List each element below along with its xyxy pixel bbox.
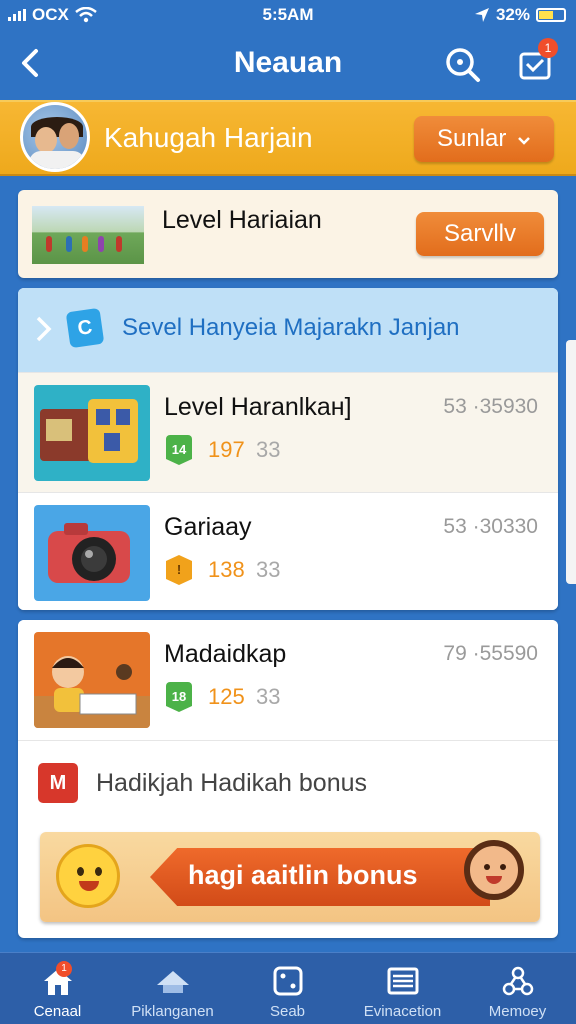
- inbox-button[interactable]: 1: [516, 38, 558, 84]
- item-score: 79 ·55590: [443, 642, 538, 665]
- list-item[interactable]: Gariaay 53 ·30330 ! 138 33: [18, 492, 558, 610]
- level-title: Level Hariaian: [162, 206, 322, 234]
- side-scroll-edge: [566, 340, 576, 584]
- item-stat-secondary: 33: [256, 557, 281, 582]
- level-action-button[interactable]: Sarvllv: [416, 212, 544, 256]
- daily-button-label: Sunlar: [436, 125, 507, 152]
- level-badge: 14: [166, 435, 192, 465]
- item-score: 53 ·35930: [443, 395, 538, 418]
- item-score: 53 ·30330: [443, 515, 538, 538]
- item-stat-secondary: 33: [256, 684, 281, 709]
- item-thumbnail: [34, 505, 150, 601]
- item-thumbnail: [34, 632, 150, 728]
- item-stat: 197: [208, 437, 245, 462]
- nav-item-dice[interactable]: Seab: [230, 953, 345, 1024]
- dice-icon: [273, 966, 303, 996]
- item-thumbnail: [34, 385, 150, 481]
- nav-item-memory[interactable]: Memoey: [460, 953, 575, 1024]
- level-card[interactable]: Level Hariaian Sarvllv: [18, 190, 558, 278]
- section-header[interactable]: C Sevel Hanyeia Majarakn Janjan: [18, 288, 558, 372]
- page-title: Neauan: [233, 46, 343, 79]
- bottom-nav: 1 Cenaal Piklanganen Seab Evinacetion Me…: [0, 952, 576, 1024]
- shelter-icon: [157, 971, 189, 993]
- molecule-icon: [502, 966, 534, 996]
- list-item[interactable]: Madaidkap 79 ·55590 18 125 33: [18, 620, 558, 740]
- app-header: Neauan 1: [0, 32, 576, 96]
- status-bar: OCX 5:5AM 32%: [0, 0, 576, 32]
- daily-title: Kahugah Harjain: [104, 122, 313, 153]
- level-thumbnail: [32, 206, 144, 264]
- item-title: Madaidkap: [164, 640, 287, 668]
- item-stat: 125: [208, 684, 245, 709]
- battery-icon: [536, 8, 566, 22]
- nav-item-home[interactable]: 1 Cenaal: [0, 953, 115, 1024]
- battery-percent: 32%: [495, 5, 530, 24]
- bonus-icon: M: [38, 763, 78, 803]
- nav-label: Evinacetion: [363, 1003, 442, 1020]
- second-panel: Madaidkap 79 ·55590 18 125 33 M Hadikjah…: [18, 620, 558, 938]
- nav-item-shelter[interactable]: Piklanganen: [115, 953, 230, 1024]
- chick-mascot-icon: [56, 844, 120, 908]
- avatar[interactable]: [20, 102, 90, 172]
- list-icon: [387, 967, 419, 995]
- shield-icon: !: [166, 555, 192, 585]
- nav-badge: 1: [56, 961, 72, 977]
- list-item[interactable]: Level Haranlkaн] 53 ·35930 14 197 33: [18, 372, 558, 492]
- nav-label: Seab: [269, 1003, 306, 1020]
- bonus-banner[interactable]: hagi aaitlin bonus: [40, 832, 540, 922]
- item-title: Gariaay: [164, 513, 252, 541]
- chevron-down-icon: [518, 137, 530, 145]
- nav-label: Memoey: [488, 1003, 547, 1020]
- bonus-ribbon: hagi aaitlin bonus: [150, 848, 490, 906]
- bonus-banner-label: hagi aaitlin bonus: [188, 860, 418, 890]
- bonus-row[interactable]: M Hadikjah Hadikah bonus: [18, 740, 558, 820]
- nav-item-list[interactable]: Evinacetion: [345, 953, 460, 1024]
- child-face-icon: [464, 840, 524, 900]
- chevron-right-icon: [36, 316, 52, 342]
- refresh-icon: C: [65, 307, 105, 349]
- item-title: Level Haranlkaн]: [164, 393, 352, 421]
- level-list-section: C Sevel Hanyeia Majarakn Janjan Level Ha…: [18, 288, 558, 610]
- status-right: 32%: [474, 5, 566, 25]
- level-badge: 18: [166, 682, 192, 712]
- nav-label: Piklanganen: [131, 1003, 214, 1020]
- daily-dropdown-button[interactable]: Sunlar: [414, 116, 554, 162]
- nav-label: Cenaal: [33, 1003, 82, 1020]
- location-icon: [474, 8, 489, 22]
- search-icon[interactable]: [442, 44, 482, 84]
- daily-banner: Kahugah Harjain Sunlar: [0, 100, 576, 176]
- item-stat: 138: [208, 557, 245, 582]
- section-title: Sevel Hanyeia Majarakn Janjan: [122, 314, 460, 341]
- bonus-title: Hadikjah Hadikah bonus: [96, 769, 368, 797]
- item-stat-secondary: 33: [256, 437, 281, 462]
- notification-badge: 1: [538, 38, 558, 58]
